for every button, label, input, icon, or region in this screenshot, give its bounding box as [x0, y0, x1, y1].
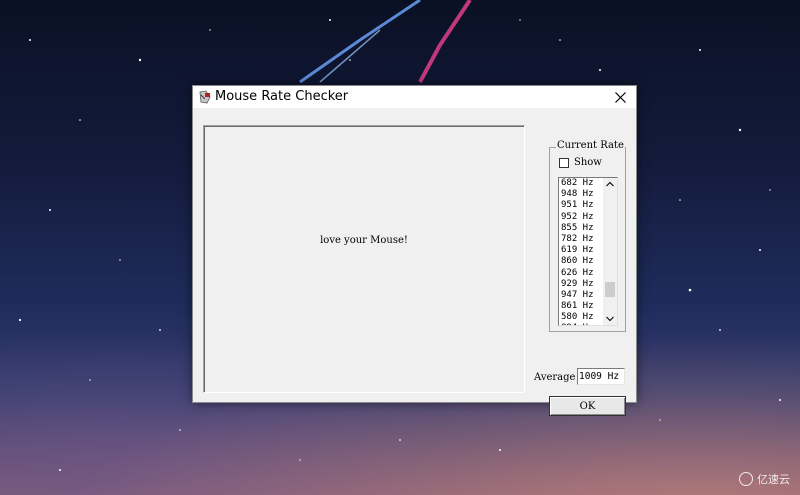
- chevron-down-icon: [606, 316, 614, 322]
- title-bar[interactable]: Mouse Rate Checker: [193, 86, 636, 108]
- close-button[interactable]: [604, 86, 636, 108]
- cloud-logo-icon: [739, 472, 753, 486]
- mouse-rate-checker-window: Mouse Rate Checker love your Mouse! Curr…: [192, 85, 637, 416]
- ok-button[interactable]: OK: [549, 396, 626, 416]
- scroll-up-button[interactable]: [603, 178, 617, 190]
- mouse-rate-app-icon: [199, 90, 211, 104]
- current-rate-label: Current Rate: [556, 140, 625, 151]
- mouse-test-area[interactable]: love your Mouse!: [203, 125, 525, 393]
- rate-list-item[interactable]: 855 Hz: [561, 223, 594, 234]
- mouse-test-message: love your Mouse!: [320, 235, 408, 246]
- show-checkbox-label: Show: [574, 157, 602, 168]
- average-field: 1009 Hz: [577, 368, 625, 385]
- rate-list-item[interactable]: 948 Hz: [561, 189, 594, 200]
- rate-list-item[interactable]: 894 Hz: [561, 323, 594, 325]
- watermark-text: 亿速云: [757, 473, 790, 486]
- average-label: Average: [534, 372, 576, 383]
- rate-list-scrollbar[interactable]: [603, 178, 617, 325]
- close-icon: [614, 91, 626, 103]
- rate-list-item[interactable]: 952 Hz: [561, 212, 594, 223]
- show-checkbox[interactable]: [559, 157, 569, 168]
- rate-list[interactable]: 682 Hz 948 Hz 951 Hz 952 Hz 855 Hz 782 Hz 619 …: [558, 177, 618, 326]
- chevron-up-icon: [606, 181, 614, 187]
- rate-list-item[interactable]: 951 Hz: [561, 200, 594, 211]
- rate-list-item[interactable]: 929 Hz: [561, 279, 594, 290]
- watermark: 亿速云: [739, 471, 790, 487]
- window-title: Mouse Rate Checker: [215, 89, 349, 104]
- rate-list-item[interactable]: 861 Hz: [561, 301, 594, 312]
- rate-list-item[interactable]: 947 Hz: [561, 290, 594, 301]
- window-client-area: love your Mouse! Current Rate Show 682 H…: [193, 108, 636, 416]
- rate-list-items: 682 Hz 948 Hz 951 Hz 952 Hz 855 Hz 782 Hz 619 …: [561, 178, 594, 325]
- rate-list-item[interactable]: 782 Hz: [561, 234, 594, 245]
- scroll-thumb[interactable]: [605, 281, 615, 297]
- rate-list-item[interactable]: 682 Hz: [561, 178, 594, 189]
- rate-list-item[interactable]: 860 Hz: [561, 256, 594, 267]
- scroll-down-button[interactable]: [603, 313, 617, 325]
- rate-list-item[interactable]: 626 Hz: [561, 268, 594, 279]
- show-option[interactable]: Show: [559, 157, 602, 168]
- rate-list-item[interactable]: 580 Hz: [561, 312, 594, 323]
- rate-list-item[interactable]: 619 Hz: [561, 245, 594, 256]
